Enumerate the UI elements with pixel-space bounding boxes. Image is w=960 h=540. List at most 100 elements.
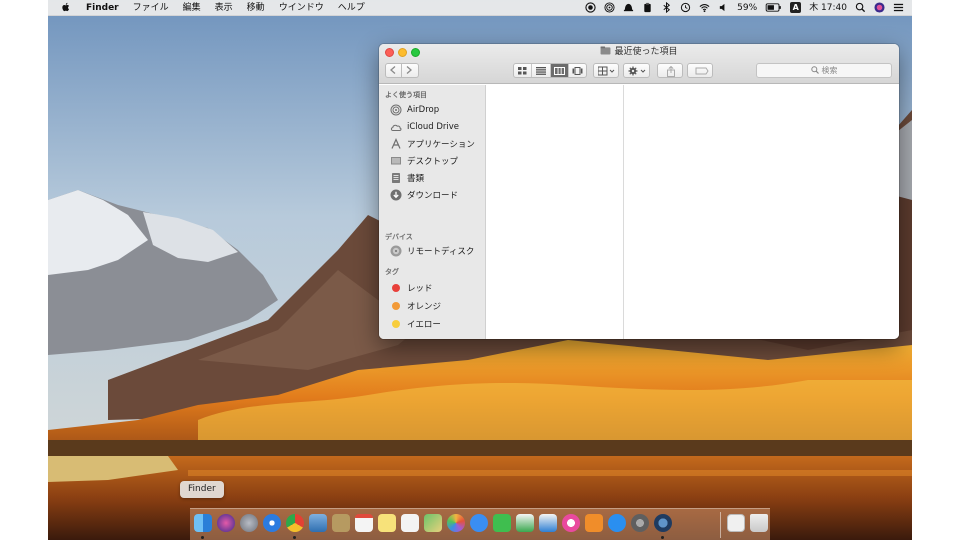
sidebar-item-label: アプリケーション	[407, 140, 475, 150]
sidebar-item-tag-orange[interactable]: オレンジ	[390, 299, 441, 313]
menu-go[interactable]: 移動	[240, 0, 272, 16]
trash-icon[interactable]	[750, 514, 768, 532]
notification-center-icon[interactable]	[893, 2, 904, 13]
red-tag-dot-icon	[392, 284, 400, 292]
sidebar-item-desktop[interactable]: デスクトップ	[390, 154, 458, 168]
devices-header: デバイス	[385, 233, 413, 241]
running-indicator	[201, 536, 204, 539]
clipboard-icon[interactable]	[642, 2, 653, 13]
wifi-icon[interactable]	[699, 2, 710, 13]
window-title: 最近使った項目	[379, 46, 899, 58]
recents-folder-icon	[601, 46, 611, 55]
browser-column-1[interactable]	[487, 85, 624, 339]
target-icon[interactable]	[604, 2, 615, 13]
remote-disc-icon	[390, 245, 402, 257]
orange-tag-dot-icon	[392, 302, 400, 310]
volume-icon[interactable]	[718, 2, 729, 13]
photos-icon[interactable]	[447, 514, 465, 532]
sidebar-item-tag-yellow[interactable]: イエロー	[390, 317, 441, 331]
siri-icon[interactable]	[217, 514, 235, 532]
menu-view[interactable]: 表示	[208, 0, 240, 16]
sidebar-item-tag-red[interactable]: レッド	[390, 281, 433, 295]
launchpad-icon[interactable]	[240, 514, 258, 532]
icon-view-icon	[518, 66, 527, 74]
forward-button[interactable]	[402, 63, 419, 78]
sidebar-item-applications[interactable]: アプリケーション	[390, 137, 475, 151]
menu-help[interactable]: ヘルプ	[331, 0, 372, 16]
dock-tooltip: Finder	[180, 481, 224, 498]
sidebar-item-remote-disc[interactable]: リモートディスク	[390, 244, 474, 258]
document-icon[interactable]	[727, 514, 745, 532]
sidebar-item-icloud-drive[interactable]: iCloud Drive	[390, 120, 459, 134]
battery-percent[interactable]: 59%	[737, 0, 757, 16]
browser-column-2[interactable]	[625, 85, 899, 339]
sidebar-item-downloads[interactable]: ダウンロード	[390, 188, 458, 202]
icon-view-button[interactable]	[514, 64, 533, 77]
menu-edit[interactable]: 編集	[176, 0, 208, 16]
tag-icon	[695, 67, 709, 75]
sidebar-item-label: オレンジ	[407, 302, 442, 312]
menu-window[interactable]: ウインドウ	[272, 0, 331, 16]
group-by-button[interactable]	[593, 63, 619, 78]
photo-preview-icon[interactable]	[309, 514, 327, 532]
system-preferences-icon[interactable]	[631, 514, 649, 532]
share-button[interactable]	[657, 63, 683, 78]
chrome-icon[interactable]	[286, 514, 304, 532]
sidebar-item-label: デスクトップ	[407, 157, 459, 167]
ibooks-icon[interactable]	[585, 514, 603, 532]
view-mode-segmented-control	[513, 63, 587, 78]
sidebar-item-label: レッド	[407, 284, 433, 294]
dock	[190, 508, 770, 540]
chevron-left-icon	[390, 66, 396, 74]
bluetooth-icon[interactable]	[661, 2, 672, 13]
sidebar-item-label: 書類	[407, 174, 425, 184]
notes-icon[interactable]	[378, 514, 396, 532]
finder-icon[interactable]	[194, 514, 212, 532]
quicktime-icon[interactable]	[654, 514, 672, 532]
menu-app-name[interactable]: Finder	[79, 0, 126, 16]
calendar-icon[interactable]	[355, 514, 373, 532]
spotlight-icon[interactable]	[855, 2, 866, 13]
sidebar-item-airdrop[interactable]: AirDrop	[390, 103, 439, 117]
cover-flow-button[interactable]	[569, 64, 586, 77]
cover-flow-icon	[572, 66, 583, 75]
app-store-icon[interactable]	[608, 514, 626, 532]
gear-icon	[628, 66, 646, 76]
list-view-button[interactable]	[532, 64, 551, 77]
input-source-indicator[interactable]: A	[790, 2, 802, 13]
action-menu-button[interactable]	[623, 63, 650, 78]
notefile-icon[interactable]	[332, 514, 350, 532]
timemachine-icon[interactable]	[680, 2, 691, 13]
reminders-icon[interactable]	[401, 514, 419, 532]
applications-icon	[391, 138, 401, 149]
dock-separator	[720, 512, 721, 538]
itunes-icon[interactable]	[562, 514, 580, 532]
battery-icon[interactable]	[765, 2, 782, 13]
menu-clock[interactable]: 木 17:40	[809, 0, 847, 16]
back-button[interactable]	[385, 63, 402, 78]
search-field[interactable]: 検索	[756, 63, 892, 78]
hat-icon[interactable]	[623, 2, 634, 13]
maps-icon[interactable]	[424, 514, 442, 532]
favorites-header: よく使う項目	[385, 91, 427, 99]
finder-sidebar: よく使う項目 AirDrop iCloud Drive アプリケーション デスク…	[379, 85, 486, 339]
sidebar-item-documents[interactable]: 書類	[390, 171, 424, 185]
cloud-icon	[390, 124, 402, 131]
column-view-button[interactable]	[550, 64, 569, 77]
safari-icon[interactable]	[263, 514, 281, 532]
edit-tags-button[interactable]	[687, 63, 713, 78]
sidebar-item-label: リモートディスク	[407, 247, 475, 257]
download-icon	[390, 189, 402, 201]
keynote-icon[interactable]	[539, 514, 557, 532]
apple-menu-icon[interactable]	[61, 2, 71, 13]
facetime-icon[interactable]	[493, 514, 511, 532]
share-icon	[667, 66, 675, 77]
record-icon[interactable]	[585, 2, 596, 13]
sidebar-item-label: iCloud Drive	[407, 122, 460, 132]
numbers-icon[interactable]	[516, 514, 534, 532]
list-view-icon	[535, 66, 546, 75]
siri-icon[interactable]	[874, 2, 885, 13]
group-grid-icon	[598, 66, 615, 76]
menu-file[interactable]: ファイル	[126, 0, 176, 16]
messages-icon[interactable]	[470, 514, 488, 532]
